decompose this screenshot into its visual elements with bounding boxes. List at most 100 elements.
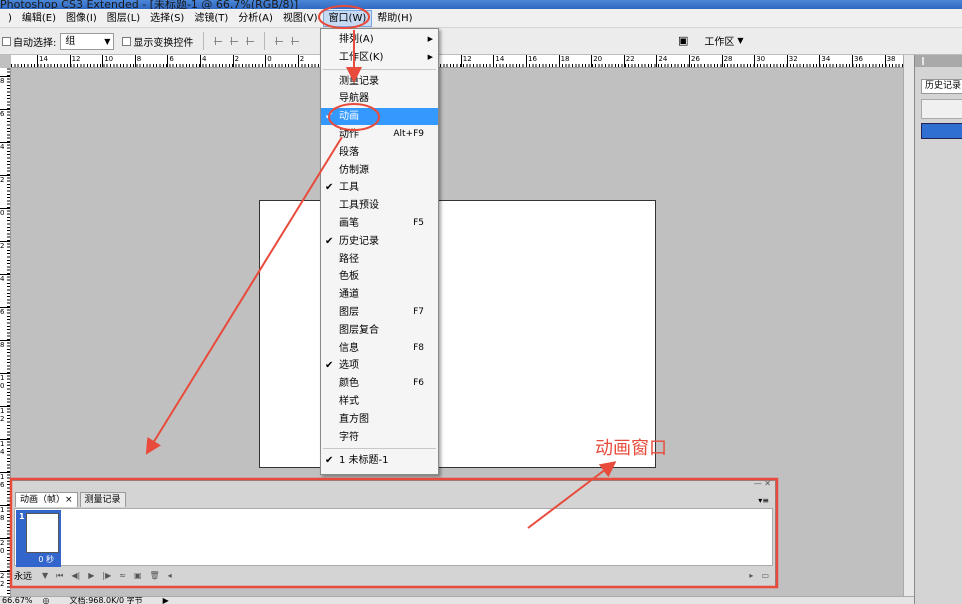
menu-item-label: 动作 bbox=[339, 129, 359, 140]
annotation-label: 动画窗口 bbox=[595, 438, 667, 459]
window-menu-item-15[interactable]: 图层 F7 bbox=[321, 304, 438, 321]
auto-select-dropdown[interactable]: 组 ▼ bbox=[60, 32, 115, 50]
scroll-left-icon[interactable]: ◂ bbox=[168, 571, 172, 580]
ruler-tick-label: 4 bbox=[0, 142, 10, 151]
panel-grip-icon[interactable]: ‖ bbox=[915, 55, 962, 67]
ruler-tick-label: 14 bbox=[493, 55, 504, 67]
window-menu-item-18[interactable]: ✔ 选项 bbox=[321, 357, 438, 374]
tween-icon[interactable]: ≈ bbox=[119, 571, 126, 580]
window-menu-item-14[interactable]: 通道 bbox=[321, 286, 438, 303]
menu-item-3[interactable]: 选择(S) bbox=[145, 10, 189, 27]
menu-item-label: 图层 bbox=[339, 307, 359, 318]
chevron-down-icon[interactable]: ▼ bbox=[42, 571, 48, 580]
history-snapshot[interactable] bbox=[921, 99, 962, 119]
show-transform-checkbox[interactable]: 显示变换控件 bbox=[122, 34, 193, 49]
frame-delay[interactable]: 0 秒 bbox=[17, 554, 60, 565]
workspace-button[interactable]: ▣ 工作区 ▼ bbox=[678, 33, 744, 48]
window-menu-item-16[interactable]: 图层复合 bbox=[321, 322, 438, 339]
window-menu-item-19[interactable]: 颜色 F6 bbox=[321, 375, 438, 392]
auto-select-checkbox[interactable]: 自动选择: bbox=[2, 34, 56, 49]
window-menu-item-10[interactable]: 画笔 F5 bbox=[321, 215, 438, 232]
window-menu-item-21[interactable]: 直方图 bbox=[321, 411, 438, 428]
panel-minimize-close-icon[interactable]: — ✕ bbox=[754, 479, 771, 488]
align-vcenter-icon[interactable] bbox=[228, 35, 241, 47]
window-menu-item-1[interactable]: 工作区(K) ▶ bbox=[321, 49, 438, 66]
menu-bar: ) 编辑(E) 图像(I) 图层(L) 选择(S) 滤镜(T) 分析(A) 视图(V) 窗口(W… bbox=[0, 9, 962, 28]
vertical-scrollbar[interactable] bbox=[903, 55, 914, 596]
window-menu-item-20[interactable]: 样式 bbox=[321, 393, 438, 410]
ruler-tick-label: 22 bbox=[623, 55, 635, 67]
window-menu-item-8[interactable]: ✔ 工具 bbox=[321, 179, 438, 196]
tab-measurement-log[interactable]: 测量记录 bbox=[79, 492, 126, 507]
window-menu-item-3[interactable]: 导航器 bbox=[321, 90, 438, 107]
camera-icon: ▣ bbox=[678, 34, 689, 47]
menu-item-label: 仿制源 bbox=[339, 164, 369, 176]
menu-separator bbox=[323, 68, 436, 70]
window-menu-item-4[interactable]: ✔ 动画 bbox=[321, 108, 438, 126]
menu-item-8[interactable]: 帮助(H) bbox=[372, 10, 417, 27]
status-bar: 66.67% ◎ 文档:968.0K/0 字节 ▶ bbox=[0, 596, 914, 604]
window-menu-item-5[interactable]: 动作 Alt+F9 bbox=[321, 126, 438, 143]
tab-animation-frames[interactable]: 动画（帧）× bbox=[15, 492, 78, 507]
prev-frame-icon[interactable]: ◀| bbox=[71, 571, 80, 580]
document-canvas[interactable] bbox=[259, 200, 656, 468]
next-frame-icon[interactable]: |▶ bbox=[102, 571, 111, 580]
menu-item-7[interactable]: 窗口(W) bbox=[322, 9, 373, 27]
panel-menu-icon[interactable]: ▾≡ bbox=[758, 496, 769, 505]
menu-item-5[interactable]: 分析(A) bbox=[233, 10, 278, 27]
menu-item-2[interactable]: 图层(L) bbox=[102, 10, 145, 27]
menu-item-6[interactable]: 视图(V) bbox=[278, 10, 323, 27]
loop-select[interactable]: 永远 bbox=[14, 569, 32, 582]
ruler-tick-label: 16 bbox=[526, 55, 537, 67]
window-menu-item-11[interactable]: ✔ 历史记录 bbox=[321, 233, 438, 250]
ruler-tick-label: 38 bbox=[884, 55, 896, 67]
menu-item-4[interactable]: 滤镜(T) bbox=[189, 10, 233, 27]
history-state-row[interactable] bbox=[921, 123, 962, 139]
right-panel-dock: ‖ 历史记录 bbox=[914, 55, 962, 604]
separator bbox=[203, 32, 205, 50]
play-icon[interactable]: ▶ bbox=[88, 571, 94, 580]
menu-item-0[interactable]: 编辑(E) bbox=[17, 10, 61, 27]
tab-history[interactable]: 历史记录 bbox=[921, 79, 962, 94]
options-bar: 自动选择: 组 ▼ 显示变换控件 ▣ 工作区 ▼ bbox=[0, 28, 962, 55]
checkmark-icon: ✔ bbox=[325, 360, 334, 372]
align-hcenter-icon[interactable] bbox=[289, 35, 302, 47]
window-menu-item-12[interactable]: 路径 bbox=[321, 251, 438, 268]
first-frame-icon[interactable]: ⏮ bbox=[56, 571, 63, 581]
align-top-icon[interactable] bbox=[212, 35, 225, 47]
ruler-tick-label: 1 2 bbox=[0, 406, 10, 423]
menu-item-label: 工具 bbox=[339, 182, 359, 194]
window-title: Photoshop CS3 Extended - [未标题-1 @ 66.7%(… bbox=[0, 0, 299, 9]
arrow-right-icon[interactable]: ▶ bbox=[163, 597, 169, 604]
window-menu-item-0[interactable]: 排列(A) ▶ bbox=[321, 31, 438, 48]
window-menu-item-17[interactable]: 信息 F8 bbox=[321, 340, 438, 357]
animation-frame[interactable]: 1 0 秒 bbox=[16, 510, 61, 567]
window-menu-item-9[interactable]: 工具预设 bbox=[321, 197, 438, 214]
menu-item-1[interactable]: 图像(I) bbox=[61, 10, 102, 27]
menu-item-label: 工作区(K) bbox=[339, 51, 384, 63]
timeline-convert-icon[interactable]: ▭ bbox=[761, 571, 769, 580]
scroll-right-icon[interactable]: ▸ bbox=[749, 571, 753, 580]
info-icon[interactable]: ◎ bbox=[43, 597, 50, 604]
ruler-tick-label: 1 0 bbox=[0, 373, 10, 390]
trash-icon[interactable]: 🗑 bbox=[150, 571, 160, 580]
ruler-tick-label: 12 bbox=[460, 55, 472, 67]
menu-file-partial[interactable]: ) bbox=[3, 10, 17, 27]
window-menu-item-6[interactable]: 段落 bbox=[321, 144, 438, 161]
window-menu-item-7[interactable]: 仿制源 bbox=[321, 162, 438, 179]
window-menu-item-2[interactable]: 测量记录 bbox=[321, 73, 438, 90]
align-bottom-icon[interactable] bbox=[244, 35, 257, 47]
checkbox-box[interactable] bbox=[2, 36, 11, 46]
checkmark-icon: ✔ bbox=[325, 182, 334, 194]
ruler-horizontal: 1412108642024681012141618202224262830323… bbox=[11, 55, 904, 68]
duplicate-frame-icon[interactable]: ▣ bbox=[134, 571, 142, 580]
zoom-level[interactable]: 66.67% bbox=[2, 597, 33, 604]
window-menu-item-13[interactable]: 色板 bbox=[321, 268, 438, 285]
checkmark-icon: ✔ bbox=[325, 455, 334, 467]
title-bar: Photoshop CS3 Extended - [未标题-1 @ 66.7%(… bbox=[0, 0, 962, 9]
checkbox-box[interactable] bbox=[122, 36, 132, 46]
doc-info: 文档:968.0K/0 字节 bbox=[69, 596, 143, 604]
window-menu-item-22[interactable]: 字符 bbox=[321, 429, 438, 446]
align-left-icon[interactable] bbox=[273, 35, 286, 47]
window-menu-item-23[interactable]: ✔ 1 未标题-1 bbox=[321, 452, 438, 469]
